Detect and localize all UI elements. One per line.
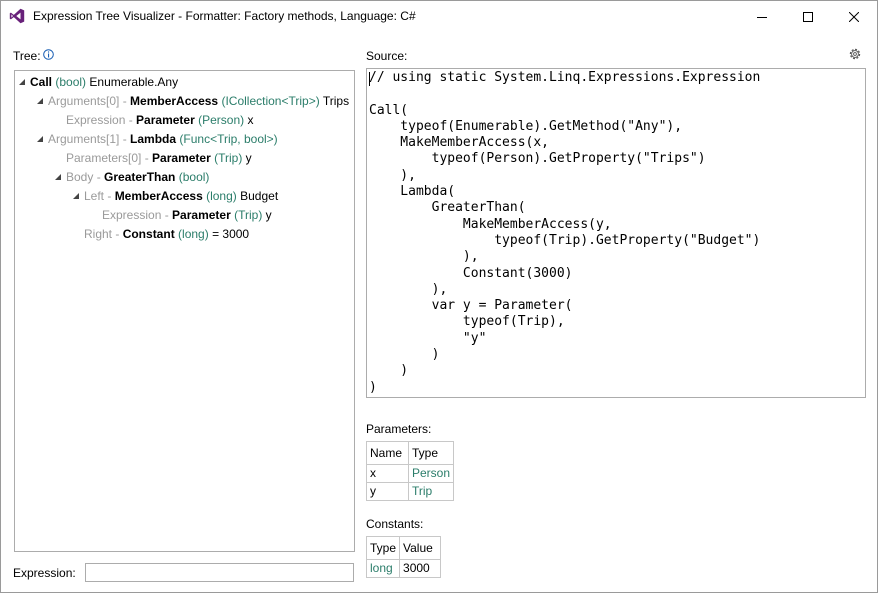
minimize-icon	[757, 16, 767, 18]
column-header-type[interactable]: Type	[407, 441, 455, 465]
expanded-chevron-icon[interactable]	[37, 98, 43, 104]
constants-label: Constants:	[366, 517, 424, 531]
param-name-cell[interactable]: x	[366, 464, 409, 483]
table-row[interactable]: long 3000	[365, 559, 442, 578]
node-prefix: Arguments[0]	[48, 94, 120, 108]
node-name: Constant	[122, 227, 175, 241]
node-name: Parameter	[136, 113, 195, 127]
node-value: Trips	[322, 94, 350, 108]
node-separator: -	[112, 227, 123, 241]
node-prefix: Arguments[1]	[48, 132, 120, 146]
node-value: y	[245, 151, 252, 165]
expanded-chevron-icon[interactable]	[19, 79, 25, 85]
title-bar[interactable]: Expression Tree Visualizer - Formatter: …	[1, 1, 877, 32]
info-icon[interactable]	[43, 49, 54, 60]
close-button[interactable]	[831, 1, 877, 32]
node-type: (bool)	[178, 170, 210, 184]
expression-label: Expression:	[13, 566, 76, 580]
node-value: y	[265, 208, 272, 222]
node-separator: -	[93, 170, 105, 184]
node-type: (long)	[206, 189, 237, 203]
node-separator: -	[141, 151, 153, 165]
maximize-icon	[803, 11, 813, 22]
window-title: Expression Tree Visualizer - Formatter: …	[33, 9, 416, 23]
node-prefix: Right	[84, 227, 113, 241]
node-type: (Person)	[198, 113, 245, 127]
column-header-type[interactable]: Type	[365, 536, 401, 560]
node-value: x	[247, 113, 254, 127]
table-header-row: Type Value	[365, 536, 442, 560]
param-type-cell[interactable]: Person	[407, 464, 455, 483]
node-prefix: Left	[84, 189, 105, 203]
column-header-name[interactable]: Name	[366, 441, 409, 465]
table-row[interactable]: x Person	[366, 464, 455, 483]
table-header-row: Name Type	[366, 441, 455, 465]
constant-value-cell[interactable]: 3000	[399, 559, 442, 578]
node-name: MemberAccess	[130, 94, 219, 108]
tree-node-expression[interactable]: Expression - Parameter (Person) x	[66, 113, 253, 128]
tree-node-arguments-0[interactable]: Arguments[0] - MemberAccess (ICollection…	[37, 94, 349, 109]
visual-studio-icon	[9, 8, 25, 24]
minimize-button[interactable]	[739, 1, 785, 32]
node-value: Budget	[240, 189, 279, 203]
node-name: Parameter	[152, 151, 211, 165]
text-caret	[369, 72, 370, 86]
tree-node-right[interactable]: Right - Constant (long) = 3000	[84, 227, 249, 242]
node-separator: -	[125, 113, 137, 127]
visualizer-window: Expression Tree Visualizer - Formatter: …	[0, 0, 878, 593]
tree-node-call[interactable]: Call (bool) Enumerable.Any	[19, 75, 178, 90]
node-type: (Trip)	[214, 151, 243, 165]
source-code-text[interactable]: // using static System.Linq.Expressions.…	[369, 70, 760, 396]
constant-type-cell[interactable]: long	[365, 559, 401, 578]
node-prefix: Parameters[0]	[66, 151, 142, 165]
constants-table: Type Value long 3000	[365, 536, 442, 578]
node-type: (long)	[178, 227, 209, 241]
maximize-button[interactable]	[785, 1, 831, 32]
node-value: = 3000	[212, 227, 250, 241]
node-prefix: Expression	[102, 208, 162, 222]
expanded-chevron-icon[interactable]	[55, 174, 61, 180]
node-name: GreaterThan	[104, 170, 176, 184]
node-name: Call	[30, 75, 53, 89]
column-header-value[interactable]: Value	[399, 536, 442, 560]
node-separator: -	[161, 208, 173, 222]
tree-label: Tree:	[13, 49, 41, 63]
param-name-cell[interactable]: y	[366, 482, 409, 501]
node-type: (Func<Trip, bool>)	[179, 132, 278, 146]
node-name: Parameter	[172, 208, 231, 222]
close-icon	[849, 11, 859, 22]
node-name: Lambda	[130, 132, 177, 146]
tree-node-arguments-1[interactable]: Arguments[1] - Lambda (Func<Trip, bool>)	[37, 132, 278, 147]
node-value: Enumerable.Any	[89, 75, 179, 89]
table-row[interactable]: y Trip	[366, 482, 455, 501]
expanded-chevron-icon[interactable]	[37, 136, 43, 142]
node-separator: -	[104, 189, 115, 203]
node-separator: -	[119, 132, 131, 146]
node-type: (bool)	[55, 75, 87, 89]
node-prefix: Body	[66, 170, 94, 184]
param-type-cell[interactable]: Trip	[407, 482, 455, 501]
tree-node-left[interactable]: Left - MemberAccess (long) Budget	[73, 189, 278, 204]
node-type: (ICollection<Trip>)	[221, 94, 320, 108]
expanded-chevron-icon[interactable]	[73, 193, 79, 199]
gear-icon[interactable]	[848, 47, 862, 61]
node-separator: -	[119, 94, 131, 108]
node-type: (Trip)	[234, 208, 263, 222]
node-name: MemberAccess	[114, 189, 203, 203]
tree-view[interactable]: Call (bool) Enumerable.Any Arguments[0] …	[14, 70, 355, 552]
node-prefix: Expression	[66, 113, 126, 127]
source-code-editor[interactable]: // using static System.Linq.Expressions.…	[366, 68, 866, 398]
tree-node-body[interactable]: Body - GreaterThan (bool)	[55, 170, 209, 185]
expression-input[interactable]	[85, 563, 354, 582]
source-label: Source:	[366, 49, 408, 63]
tree-node-parameters-0[interactable]: Parameters[0] - Parameter (Trip) y	[66, 151, 252, 166]
parameters-table: Name Type x Person y Trip	[366, 441, 455, 501]
parameters-label: Parameters:	[366, 422, 432, 436]
tree-node-left-expression[interactable]: Expression - Parameter (Trip) y	[102, 208, 272, 223]
